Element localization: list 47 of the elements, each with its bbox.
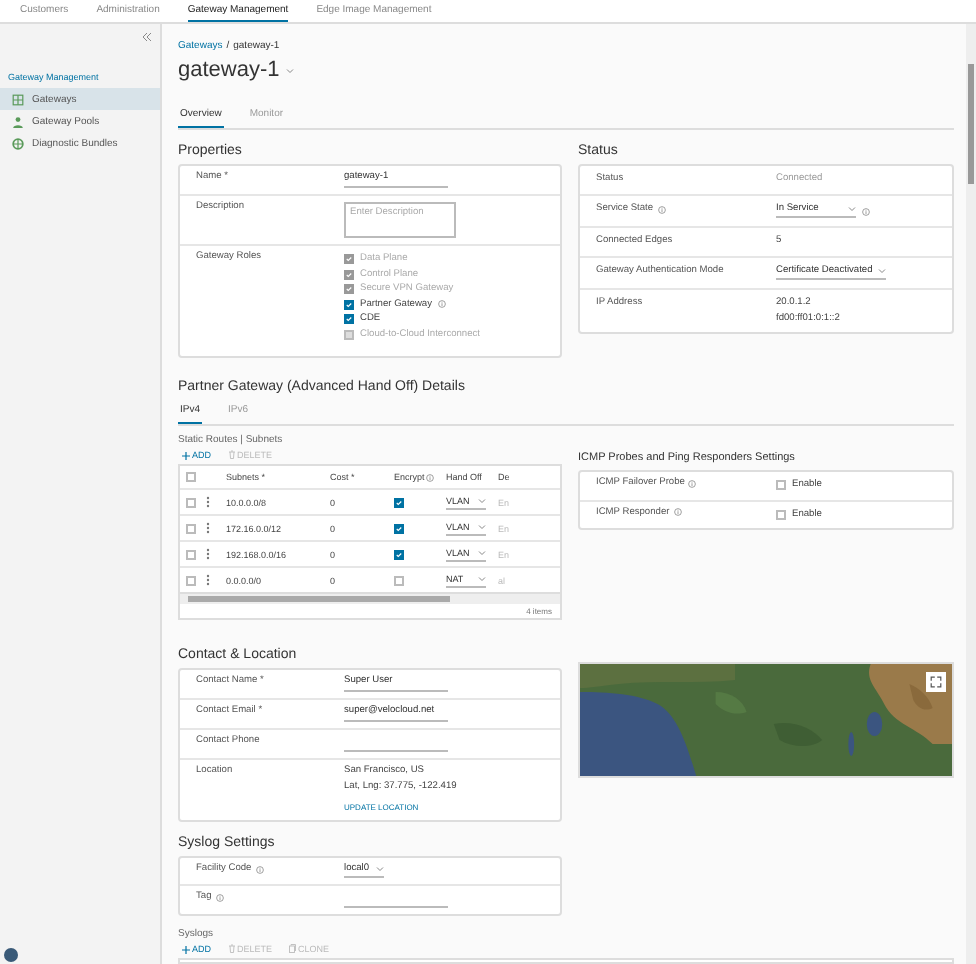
- checkmark-icon: [346, 316, 352, 323]
- plus-icon: [182, 451, 190, 459]
- copy-icon: [288, 944, 297, 954]
- row-checkbox[interactable]: [186, 523, 196, 533]
- checkbox[interactable]: [344, 314, 354, 325]
- checkmark-icon: [396, 551, 402, 557]
- encrypt-checkbox[interactable]: [394, 523, 404, 533]
- trash-icon: [227, 944, 236, 954]
- grid-icon: [12, 93, 24, 105]
- caret-icon: [878, 268, 887, 274]
- caret-icon: [478, 549, 486, 555]
- checkmark-icon: [346, 301, 352, 308]
- trash-icon: [227, 450, 236, 460]
- select-all-checkbox[interactable]: [186, 472, 196, 482]
- caret-icon: [285, 67, 294, 73]
- caret-icon: [478, 575, 486, 581]
- encrypt-checkbox[interactable]: [394, 575, 404, 585]
- checkbox[interactable]: [344, 299, 354, 310]
- checkbox[interactable]: [776, 509, 786, 520]
- checkmark-icon: [396, 525, 402, 531]
- collapse-icon[interactable]: [142, 31, 152, 41]
- scrollbar[interactable]: [966, 24, 976, 964]
- encrypt-checkbox[interactable]: [394, 497, 404, 507]
- caret-icon: [478, 523, 486, 529]
- info-icon: [688, 479, 697, 487]
- info-icon: [862, 207, 870, 215]
- row-checkbox[interactable]: [186, 549, 196, 559]
- caret-icon: [376, 866, 384, 872]
- info-icon: [438, 300, 446, 309]
- caret-icon: [848, 206, 856, 212]
- user-avatar[interactable]: [4, 948, 18, 962]
- plus-icon: [182, 945, 190, 953]
- info-icon: [657, 205, 666, 213]
- row-checkbox[interactable]: [186, 497, 196, 507]
- checkmark-icon: [396, 499, 402, 505]
- encrypt-checkbox[interactable]: [394, 549, 404, 559]
- people-icon: [12, 115, 24, 127]
- fullscreen-icon: [930, 676, 942, 688]
- row-checkbox[interactable]: [186, 575, 196, 585]
- page-title: gateway-1: [178, 58, 280, 82]
- caret-icon: [478, 497, 486, 503]
- info-icon: [255, 865, 264, 873]
- info-icon: [673, 508, 682, 516]
- info-icon: [426, 473, 435, 481]
- info-icon: [215, 893, 224, 901]
- fullscreen-button[interactable]: [926, 672, 946, 692]
- checkbox[interactable]: [776, 480, 786, 491]
